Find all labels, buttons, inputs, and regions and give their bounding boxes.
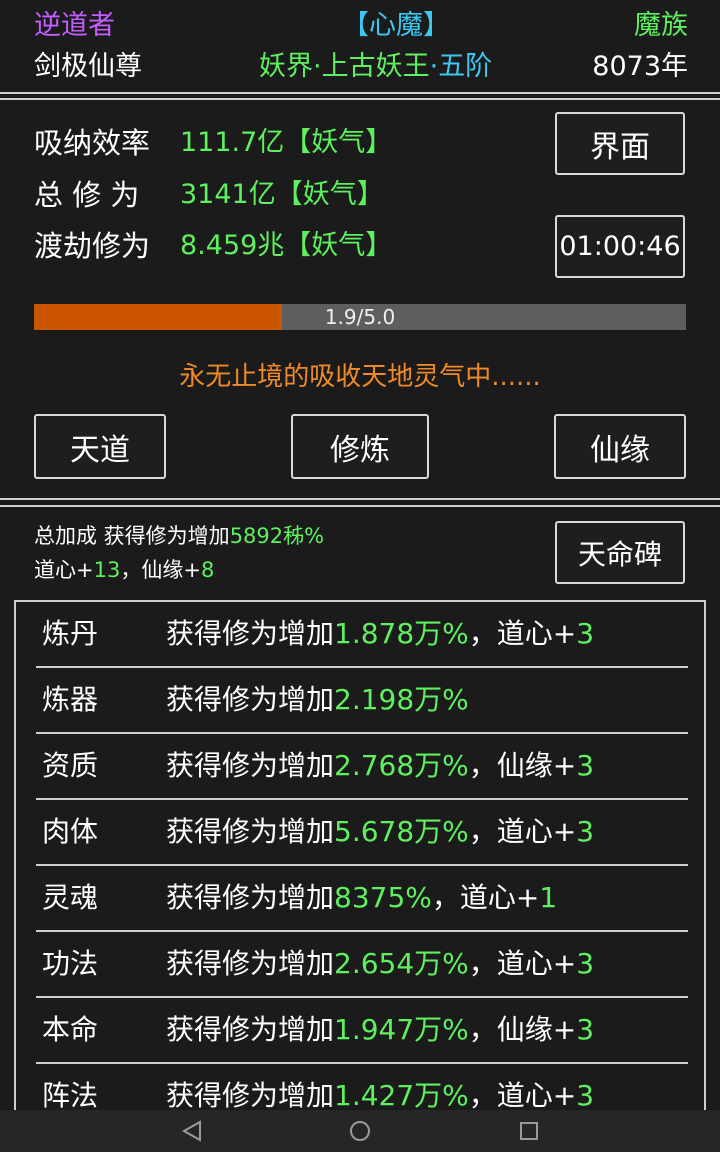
item-desc: 获得修为增加1.878万%，道心+3	[166, 617, 595, 650]
list-item: 功法 获得修为增加2.654万%，道心+3	[36, 932, 688, 998]
bonus-total-prefix: 总加成 获得修为增加	[34, 524, 230, 548]
divider	[0, 98, 720, 100]
list-item: 资质 获得修为增加2.768万%，仙缘+3	[36, 734, 688, 800]
bonus-total-value: 5892秭%	[229, 524, 325, 548]
realm-world: 妖界	[259, 51, 313, 82]
total-label: 总 修 为	[34, 178, 140, 212]
player-name: 剑极仙尊	[34, 51, 142, 82]
item-name: 炼丹	[42, 617, 99, 650]
list-item: 灵魂 获得修为增加8375%，道心+1	[36, 866, 688, 932]
item-desc: 获得修为增加8375%，道心+1	[166, 881, 558, 914]
age-label: 8073年	[592, 51, 688, 82]
total-value: 3141亿【妖气】	[180, 179, 384, 210]
rate-label: 吸纳效率	[34, 126, 151, 160]
tianming-button[interactable]: 天命碑	[555, 521, 685, 584]
tribulation-value: 8.459兆【妖气】	[180, 230, 393, 261]
item-name: 灵魂	[42, 881, 99, 914]
divider	[0, 505, 720, 507]
progress-text: 1.9/5.0	[324, 305, 396, 329]
player-title: 逆道者	[34, 10, 115, 41]
realm-rank: 上古妖王	[321, 51, 430, 82]
list-item: 肉体 获得修为增加5.678万%，道心+3	[36, 800, 688, 866]
tribulation-label: 渡劫修为	[34, 229, 151, 263]
state-title: 【心魔】	[342, 10, 450, 41]
progress-bar: 1.9/5.0	[34, 304, 686, 330]
system-nav-bar	[0, 1110, 720, 1152]
realm-line: 妖界·上古妖王·五阶	[259, 53, 492, 80]
list-item: 炼器 获得修为增加2.198万%	[36, 668, 688, 734]
item-desc: 获得修为增加5.678万%，道心+3	[166, 815, 595, 848]
timer-display: 01:00:46	[555, 215, 685, 278]
cultivate-button[interactable]: 修炼	[291, 414, 429, 479]
item-name: 炼器	[42, 683, 99, 716]
realm-sep: ·	[429, 51, 439, 82]
status-message: 永无止境的吸收天地灵气中......	[179, 362, 541, 392]
realm-tier: 五阶	[438, 51, 493, 82]
xianyuan-button[interactable]: 仙缘	[554, 414, 686, 479]
item-desc: 获得修为增加2.198万%	[166, 683, 469, 716]
divider	[0, 92, 720, 94]
divider	[0, 498, 720, 500]
item-name: 肉体	[42, 815, 99, 848]
list-item: 炼丹 获得修为增加1.878万%，道心+3	[36, 602, 688, 668]
item-desc: 获得修为增加2.654万%，道心+3	[166, 947, 595, 980]
back-triangle-icon[interactable]	[180, 1120, 204, 1142]
bonus-list[interactable]: 炼丹 获得修为增加1.878万%，道心+3 炼器 获得修为增加2.198万% 资…	[14, 600, 706, 1130]
interface-button[interactable]: 界面	[555, 112, 685, 175]
daoxin-label: 道心+	[34, 558, 94, 582]
recents-square-icon[interactable]	[518, 1120, 540, 1142]
list-item: 本命 获得修为增加1.947万%，仙缘+3	[36, 998, 688, 1064]
realm-sep: ·	[313, 51, 322, 82]
item-desc: 获得修为增加2.768万%，仙缘+3	[166, 749, 595, 782]
home-circle-icon[interactable]	[348, 1119, 372, 1143]
item-name: 阵法	[42, 1079, 99, 1112]
xianyuan-label: ，仙缘+	[120, 558, 201, 582]
tiandao-button[interactable]: 天道	[34, 414, 166, 479]
race-label: 魔族	[634, 10, 688, 41]
bonus-stats-line: 道心+13，仙缘+8	[34, 560, 214, 581]
item-name: 资质	[42, 749, 99, 782]
bonus-total-line: 总加成 获得修为增加5892秭%	[34, 526, 324, 547]
item-name: 本命	[42, 1013, 99, 1046]
item-name: 功法	[42, 947, 99, 980]
xianyuan-value: 8	[200, 558, 215, 582]
item-desc: 获得修为增加1.427万%，道心+3	[166, 1079, 595, 1112]
daoxin-value: 13	[93, 558, 121, 582]
item-desc: 获得修为增加1.947万%，仙缘+3	[166, 1013, 595, 1046]
rate-value: 111.7亿【妖气】	[180, 127, 393, 158]
